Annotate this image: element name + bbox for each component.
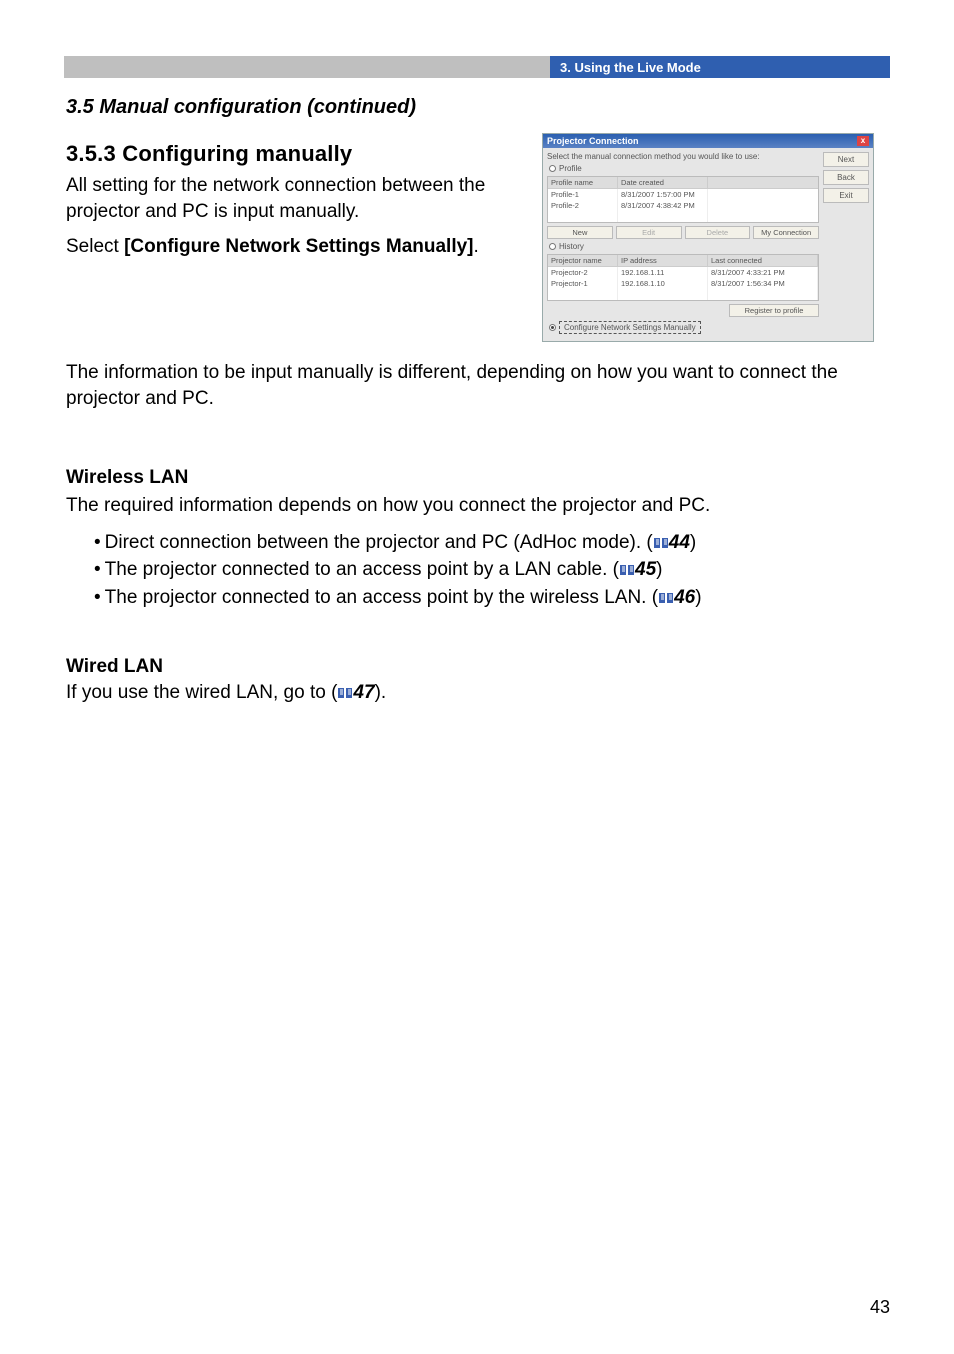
content-row: 3.5.3 Configuring manually All setting f… xyxy=(64,133,890,342)
reference-number: 47 xyxy=(353,682,374,703)
page-number: 43 xyxy=(870,1297,890,1318)
table-row xyxy=(548,289,818,300)
col-date-created: Date created xyxy=(618,177,708,188)
section-heading: 3.5.3 Configuring manually xyxy=(66,141,524,167)
col-profile-name: Profile name xyxy=(548,177,618,188)
projector-connection-dialog: Projector Connection x Select the manual… xyxy=(542,133,874,342)
section-subtitle: 3.5 Manual configuration (continued) xyxy=(66,96,890,119)
reference-number: 45 xyxy=(635,559,656,580)
wired-lan-line: If you use the wired LAN, go to ( 47). xyxy=(66,680,890,706)
cell: Projector-1 xyxy=(548,278,618,289)
cell: Profile-1 xyxy=(548,189,618,200)
dialog-body: Select the manual connection method you … xyxy=(543,148,873,341)
cell: 8/31/2007 1:56:34 PM xyxy=(708,278,818,289)
intro-paragraph-2: Select [Configure Network Settings Manua… xyxy=(66,234,524,260)
radio-icon xyxy=(549,324,556,331)
profile-button-row: New Edit Delete My Connection xyxy=(547,226,819,239)
bullet-text: The projector connected to an access poi… xyxy=(105,559,619,580)
bullet-close: ) xyxy=(695,587,701,608)
radio-manual-label: Configure Network Settings Manually xyxy=(559,321,701,334)
bullet-dot: • xyxy=(94,532,101,553)
wired-text-a: If you use the wired LAN, go to ( xyxy=(66,682,337,703)
reference-icon xyxy=(619,564,635,576)
reference-icon xyxy=(658,592,674,604)
breadcrumb: 3. Using the Live Mode xyxy=(550,56,890,78)
next-button[interactable]: Next xyxy=(823,152,869,167)
header-grey-stripe xyxy=(64,56,550,78)
register-row: Register to profile xyxy=(547,304,819,317)
table-row[interactable]: Projector-2192.168.1.118/31/2007 4:33:21… xyxy=(548,267,818,278)
edit-button[interactable]: Edit xyxy=(616,226,682,239)
bullet-text: The projector connected to an access poi… xyxy=(105,587,658,608)
col-last-connected: Last connected xyxy=(708,255,818,266)
my-connection-button[interactable]: My Connection xyxy=(753,226,819,239)
wired-lan-heading: Wired LAN xyxy=(66,656,890,678)
cell: 192.168.1.11 xyxy=(618,267,708,278)
cell: 8/31/2007 4:33:21 PM xyxy=(708,267,818,278)
cell: Profile-2 xyxy=(548,200,618,211)
page: 3. Using the Live Mode 3.5 Manual config… xyxy=(0,0,954,1354)
bullet-dot: • xyxy=(94,559,101,580)
radio-profile[interactable]: Profile xyxy=(549,164,819,173)
bullet-close: ) xyxy=(656,559,662,580)
bullet-item: •The projector connected to an access po… xyxy=(94,556,890,584)
header-bar: 3. Using the Live Mode xyxy=(64,56,890,78)
cell: 192.168.1.10 xyxy=(618,278,708,289)
dialog-right-buttons: Next Back Exit xyxy=(823,152,869,337)
table-row[interactable]: Projector-1192.168.1.108/31/2007 1:56:34… xyxy=(548,278,818,289)
close-icon[interactable]: x xyxy=(857,136,869,146)
dialog-left: Select the manual connection method you … xyxy=(547,152,819,337)
radio-icon xyxy=(549,243,556,250)
profile-table-header: Profile name Date created xyxy=(548,177,818,189)
wired-text-b: ). xyxy=(375,682,387,703)
reference-number: 46 xyxy=(674,587,695,608)
bullet-text: Direct connection between the projector … xyxy=(105,532,653,553)
bullet-item: •Direct connection between the projector… xyxy=(94,529,890,557)
cell: 8/31/2007 1:57:00 PM xyxy=(618,189,708,200)
radio-icon xyxy=(549,165,556,172)
bullet-item: •The projector connected to an access po… xyxy=(94,584,890,612)
new-button[interactable]: New xyxy=(547,226,613,239)
table-row[interactable]: Profile-28/31/2007 4:38:42 PM xyxy=(548,200,818,211)
radio-history[interactable]: History xyxy=(549,242,819,251)
register-to-profile-button[interactable]: Register to profile xyxy=(729,304,819,317)
radio-profile-label: Profile xyxy=(559,164,582,173)
bullet-dot: • xyxy=(94,587,101,608)
radio-manual[interactable]: Configure Network Settings Manually xyxy=(549,319,819,334)
cell: 8/31/2007 4:38:42 PM xyxy=(618,200,708,211)
reference-icon xyxy=(337,687,353,699)
breadcrumb-text: 3. Using the Live Mode xyxy=(560,60,701,75)
paragraph-after-dialog: The information to be input manually is … xyxy=(66,360,890,411)
reference-icon xyxy=(653,537,669,549)
reference-number: 44 xyxy=(669,532,690,553)
left-column: 3.5.3 Configuring manually All setting f… xyxy=(64,133,524,270)
cell: Projector-2 xyxy=(548,267,618,278)
history-table-header: Projector name IP address Last connected xyxy=(548,255,818,267)
intro-p2-post: . xyxy=(474,236,479,257)
table-row[interactable]: Profile-18/31/2007 1:57:00 PM xyxy=(548,189,818,200)
history-table: Projector name IP address Last connected… xyxy=(547,254,819,301)
dialog-titlebar: Projector Connection x xyxy=(543,134,873,148)
back-button[interactable]: Back xyxy=(823,170,869,185)
profile-table: Profile name Date created Profile-18/31/… xyxy=(547,176,819,223)
dialog-title: Projector Connection xyxy=(547,136,639,146)
intro-p2-bold: [Configure Network Settings Manually] xyxy=(124,236,473,257)
exit-button[interactable]: Exit xyxy=(823,188,869,203)
dialog-instruction: Select the manual connection method you … xyxy=(547,152,819,161)
delete-button[interactable]: Delete xyxy=(685,226,751,239)
wireless-lan-heading: Wireless LAN xyxy=(66,467,890,489)
radio-history-label: History xyxy=(559,242,584,251)
table-row xyxy=(548,211,818,222)
intro-p2-pre: Select xyxy=(66,236,124,257)
col-projector-name: Projector name xyxy=(548,255,618,266)
bullet-close: ) xyxy=(690,532,696,553)
intro-paragraph-1: All setting for the network connection b… xyxy=(66,173,524,224)
col-ip: IP address xyxy=(618,255,708,266)
wireless-lan-intro: The required information depends on how … xyxy=(66,493,890,519)
